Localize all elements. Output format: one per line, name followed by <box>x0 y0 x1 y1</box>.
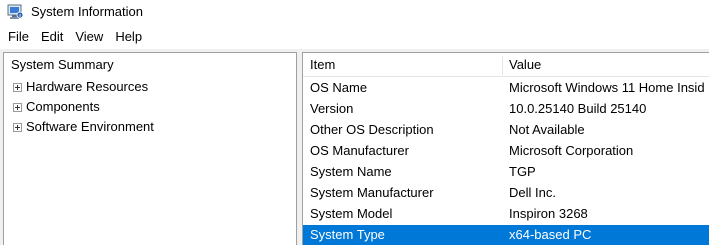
table-row[interactable]: System Name TGP <box>303 162 709 183</box>
menu-help[interactable]: Help <box>109 27 148 47</box>
menu-bar: File Edit View Help <box>0 26 709 48</box>
category-tree[interactable]: System Summary Hardware Resources Compon… <box>3 52 297 245</box>
table-row[interactable]: System Model Inspiron 3268 <box>303 204 709 225</box>
menu-edit[interactable]: Edit <box>35 27 69 47</box>
tree-item-label: Components <box>26 99 100 114</box>
row-item: Version <box>310 101 354 116</box>
table-row[interactable]: OS Manufacturer Microsoft Corporation <box>303 141 709 162</box>
expand-icon[interactable] <box>13 102 22 112</box>
tree-item-components[interactable]: Components <box>13 98 100 116</box>
row-value: 10.0.25140 Build 25140 <box>509 101 647 116</box>
title-bar: System Information <box>0 0 709 26</box>
row-value: Microsoft Corporation <box>509 143 634 158</box>
details-list[interactable]: Item Value OS Name Microsoft Windows 11 … <box>302 52 709 245</box>
tree-item-system-summary[interactable]: System Summary <box>11 57 114 73</box>
row-item: System Manufacturer <box>310 185 434 200</box>
row-value: Inspiron 3268 <box>509 206 588 221</box>
row-value: Dell Inc. <box>509 185 556 200</box>
row-value: TGP <box>509 164 536 179</box>
expand-icon[interactable] <box>13 82 22 92</box>
tree-item-hardware-resources[interactable]: Hardware Resources <box>13 78 148 96</box>
system-information-icon <box>7 4 24 20</box>
row-value: x64-based PC <box>509 227 592 242</box>
column-divider[interactable] <box>502 56 503 75</box>
content-area: System Summary Hardware Resources Compon… <box>0 49 709 245</box>
row-item: OS Manufacturer <box>310 143 409 158</box>
column-header-item[interactable]: Item <box>310 57 335 73</box>
column-header-value[interactable]: Value <box>509 57 541 73</box>
table-row-selected[interactable]: System Type x64-based PC <box>303 225 709 245</box>
menu-view[interactable]: View <box>69 27 109 47</box>
row-value: Microsoft Windows 11 Home Insid <box>509 80 705 95</box>
row-value: Not Available <box>509 122 585 137</box>
row-item: Other OS Description <box>310 122 434 137</box>
window-title: System Information <box>31 4 143 19</box>
table-row[interactable]: System Manufacturer Dell Inc. <box>303 183 709 204</box>
row-item: System Type <box>310 227 385 242</box>
row-item: System Name <box>310 164 392 179</box>
table-row[interactable]: OS Name Microsoft Windows 11 Home Insid <box>303 78 709 99</box>
table-row[interactable]: Version 10.0.25140 Build 25140 <box>303 99 709 120</box>
menu-file[interactable]: File <box>2 27 35 47</box>
tree-item-label: Software Environment <box>26 119 154 134</box>
tree-item-label: Hardware Resources <box>26 79 149 94</box>
expand-icon[interactable] <box>13 122 22 132</box>
list-header: Item Value <box>303 53 709 77</box>
table-row[interactable]: Other OS Description Not Available <box>303 120 709 141</box>
row-item: OS Name <box>310 80 368 95</box>
tree-item-software-environment[interactable]: Software Environment <box>13 118 154 136</box>
list-rows: OS Name Microsoft Windows 11 Home Insid … <box>303 78 709 245</box>
row-item: System Model <box>310 206 393 221</box>
